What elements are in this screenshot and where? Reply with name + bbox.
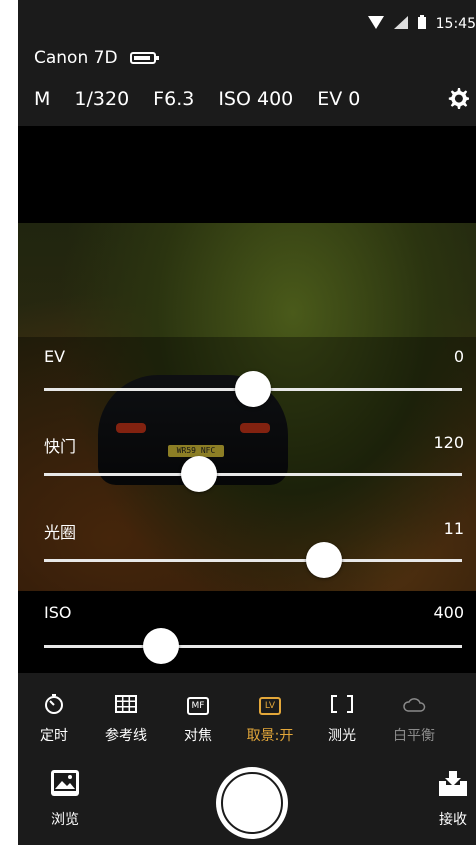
timer-button[interactable]: 定时 xyxy=(18,693,90,745)
wifi-icon xyxy=(367,14,384,33)
focus-label: 对焦 xyxy=(184,728,212,744)
iso-slider-panel: ISO 400 xyxy=(18,591,476,673)
white-balance-icon xyxy=(402,696,426,716)
metering-icon xyxy=(331,695,353,717)
iso-value: ISO 400 xyxy=(218,88,294,110)
timer-icon xyxy=(44,694,64,718)
shutter-value: 1/320 xyxy=(74,88,130,110)
preview-letterbox xyxy=(18,126,476,223)
live-view-label: 取景:开 xyxy=(246,728,294,744)
camera-name: Canon 7D xyxy=(34,48,159,68)
mode-value: M xyxy=(34,88,51,110)
receive-button[interactable]: 接收 xyxy=(438,769,468,829)
white-balance-button[interactable]: 白平衡 xyxy=(378,693,450,745)
manual-focus-icon: MF xyxy=(186,697,210,715)
metering-label: 测光 xyxy=(328,728,356,744)
camera-info-header: Canon 7D M 1/320 F6.3 ISO 400 EV 0 xyxy=(18,38,476,126)
status-time: 15:45 xyxy=(435,15,476,32)
metering-button[interactable]: 测光 xyxy=(306,693,378,745)
gallery-icon xyxy=(50,770,80,801)
camera-model: Canon 7D xyxy=(34,48,118,68)
shutter-slider-panel: 快门 120 xyxy=(18,421,476,507)
live-view-button[interactable]: LV 取景:开 xyxy=(234,693,306,745)
grid-label: 参考线 xyxy=(105,728,147,744)
camera-battery-icon xyxy=(129,52,159,64)
receive-label: 接收 xyxy=(439,812,467,828)
iso-slider-label: ISO xyxy=(44,603,72,622)
grid-button[interactable]: 参考线 xyxy=(90,693,162,745)
ev-slider-thumb[interactable] xyxy=(235,371,271,407)
browse-button[interactable]: 浏览 xyxy=(50,769,80,829)
iso-slider-thumb[interactable] xyxy=(143,628,180,664)
iso-slider-track[interactable] xyxy=(44,645,462,648)
aperture-slider-panel: 光圈 11 xyxy=(18,507,476,591)
shutter-button[interactable] xyxy=(216,767,288,839)
tool-row: 定时 参考线 MF 对焦 LV 取景:开 测光 白平衡 xyxy=(18,693,476,745)
grid-icon xyxy=(115,695,137,717)
ev-slider-value: 0 xyxy=(453,347,464,366)
aperture-slider-label: 光圈 xyxy=(44,523,77,542)
timer-label: 定时 xyxy=(40,728,68,744)
aperture-slider-value: 11 xyxy=(443,519,464,538)
focus-button[interactable]: MF 对焦 xyxy=(162,693,234,745)
live-view-icon: LV xyxy=(258,697,282,715)
ev-slider-label: EV xyxy=(44,347,66,366)
shutter-slider-track[interactable] xyxy=(44,473,462,476)
settings-gear-icon[interactable] xyxy=(446,86,470,114)
aperture-value: F6.3 xyxy=(153,88,195,110)
ev-value: EV 0 xyxy=(317,88,361,110)
signal-icon xyxy=(393,14,408,33)
aperture-slider-thumb[interactable] xyxy=(306,542,343,578)
shutter-slider-label: 快门 xyxy=(44,437,77,456)
ev-slider-panel: EV 0 xyxy=(18,337,476,421)
shutter-slider-thumb[interactable] xyxy=(180,456,217,492)
bottom-toolbar: 定时 参考线 MF 对焦 LV 取景:开 测光 白平衡 浏览 接收 xyxy=(18,673,476,845)
shutter-slider-value: 120 xyxy=(433,433,464,452)
status-bar: 15:45 xyxy=(18,0,476,38)
camera-app: 15:45 Canon 7D M 1/320 F6.3 ISO 400 EV 0… xyxy=(18,0,476,845)
battery-status-icon xyxy=(417,14,426,33)
browse-label: 浏览 xyxy=(51,812,79,828)
exposure-readout: M 1/320 F6.3 ISO 400 EV 0 xyxy=(34,88,384,110)
white-balance-label: 白平衡 xyxy=(393,728,435,744)
download-tray-icon xyxy=(438,771,468,801)
aperture-slider-track[interactable] xyxy=(44,559,462,562)
iso-slider-value: 400 xyxy=(433,603,464,622)
